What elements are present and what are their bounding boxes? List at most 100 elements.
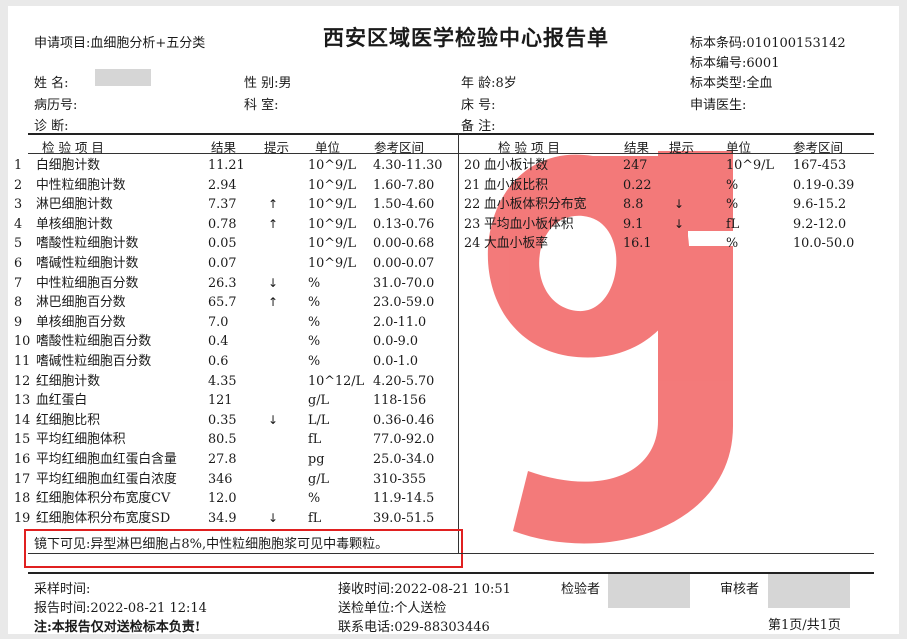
cell-no: 8	[14, 295, 23, 311]
table-row: 7 中性粒细胞百分数 26.3 ↓% 31.0-70.0	[8, 274, 899, 294]
specimen-number: 标本编号:6001	[690, 56, 780, 71]
cell-unit: %	[308, 314, 321, 330]
cell-unit: pg	[308, 452, 325, 467]
table-row: 12 红细胞计数 4.35 10^12/L 4.20-5.70	[8, 372, 899, 392]
table-row: 23 平均血小板体积 9.1 ↓ fL 9.2-12.0	[8, 215, 899, 235]
cell-no: 24	[464, 236, 481, 252]
cell-flag: ↓	[268, 412, 279, 427]
diagnosis: 诊 断:	[34, 119, 69, 134]
cell-unit: 10^9/L	[308, 256, 356, 271]
table-row: 21 血小板比积 0.22% 0.19-0.39	[8, 176, 899, 196]
table-row: 14 红细胞比积 0.35 ↓ L/L 0.36-0.46	[8, 411, 899, 431]
cell-result: 247	[623, 158, 648, 173]
request-item: 申请项目:血细胞分析+五分类	[34, 36, 206, 51]
cell-unit: %	[308, 334, 321, 350]
cell-result: 0.07	[208, 256, 237, 271]
cell-item: 淋巴细胞百分数	[36, 295, 126, 311]
record-number: 病历号:	[34, 98, 78, 113]
cell-flag: ↓	[268, 275, 279, 290]
cell-ref: 9.2-12.0	[793, 216, 847, 232]
cell-result: 65.7	[208, 295, 237, 311]
table-row: 18 红细胞体积分布宽度CV 12.0% 11.9-14.5	[8, 489, 899, 509]
cell-unit: %	[308, 491, 321, 507]
table-row: 6 嗜碱性粒细胞计数 0.07 10^9/L 0.00-0.07	[8, 254, 899, 274]
redacted-patient-name	[95, 69, 151, 86]
cell-no: 15	[14, 432, 31, 448]
cell-result: 27.8	[208, 452, 237, 467]
cell-unit: %	[308, 275, 321, 291]
cell-item: 血红蛋白	[36, 393, 88, 409]
department: 科 室:	[244, 98, 279, 113]
cell-ref: 310-355	[373, 471, 427, 487]
cell-no: 20	[464, 158, 481, 173]
cell-result: 26.3	[208, 275, 237, 291]
cell-no: 12	[14, 373, 31, 389]
table-row: 20 血小板计数 247 10^9/L 167-453	[8, 156, 899, 176]
cell-result: 8.8	[623, 197, 644, 213]
header-ref-right: 参考区间	[793, 140, 844, 155]
cell-result: 0.22	[623, 177, 652, 193]
cell-item: 中性粒细胞百分数	[36, 275, 139, 291]
cell-item: 平均血小板体积	[484, 216, 574, 232]
page-indicator: 第1页/共1页	[768, 618, 841, 633]
contact-phone: 联系电话:029-88303446	[338, 620, 490, 634]
cell-result: 0.4	[208, 334, 229, 350]
cell-item: 嗜酸性粒细胞百分数	[36, 334, 152, 350]
cell-ref: 9.6-15.2	[793, 197, 847, 213]
table-bottom-rule	[28, 553, 874, 554]
cell-item: 血小板计数	[484, 158, 548, 173]
cell-unit: %	[726, 197, 739, 213]
cell-result: 7.0	[208, 314, 229, 330]
table-row: 19 红细胞体积分布宽度SD 34.9 ↓ fL 39.0-51.5	[8, 509, 899, 529]
footer-top-rule	[28, 572, 874, 574]
table-row: 13 血红蛋白 121 g/L 118-156	[8, 391, 899, 411]
cell-item: 血小板体积分布宽	[484, 197, 587, 213]
cell-no: 14	[14, 412, 31, 428]
cell-result: 12.0	[208, 491, 237, 507]
cell-item: 嗜碱性粒细胞计数	[36, 256, 139, 271]
report-title: 西安区域医学检验中心报告单	[323, 25, 609, 50]
microscopy-note: 镜下可见:异型淋巴细胞占8%,中性粒细胞胞浆可见中毒颗粒。	[34, 537, 389, 552]
cell-ref: 11.9-14.5	[373, 491, 435, 507]
examiner-label: 检验者	[561, 582, 601, 597]
cell-unit: fL	[308, 432, 322, 448]
cell-unit: L/L	[308, 412, 330, 428]
cell-item: 平均红细胞体积	[36, 432, 126, 448]
specimen-barcode: 标本条码:010100153142	[690, 36, 846, 51]
bed-number: 床 号:	[461, 98, 496, 113]
cell-no: 7	[14, 275, 23, 291]
cell-unit: fL	[308, 510, 322, 526]
cell-result: 0.6	[208, 354, 229, 369]
cell-ref: 4.20-5.70	[373, 373, 435, 389]
header-item-left: 检 验 项 目	[42, 140, 104, 155]
cell-result: 16.1	[623, 236, 652, 252]
requesting-doctor: 申请医生:	[690, 98, 747, 113]
cell-no: 19	[14, 510, 31, 526]
cell-no: 13	[14, 393, 31, 409]
cell-ref: 77.0-92.0	[373, 432, 435, 448]
cell-ref: 118-156	[373, 393, 427, 409]
table-row: 16 平均红细胞血红蛋白含量 27.8 pg 25.0-34.0	[8, 450, 899, 470]
header-flag-right: 提示	[669, 140, 695, 155]
lab-report-paper: 申请项目:血细胞分析+五分类 西安区域医学检验中心报告单 标本条码:010100…	[8, 6, 899, 634]
cell-no: 22	[464, 197, 481, 213]
cell-item: 红细胞比积	[36, 412, 100, 428]
table-top-rule	[28, 133, 874, 135]
cell-item: 血小板比积	[484, 177, 548, 193]
cell-result: 34.9	[208, 510, 237, 526]
header-unit-left: 单位	[315, 140, 341, 155]
cell-ref: 39.0-51.5	[373, 510, 435, 526]
table-row: 10 嗜酸性粒细胞百分数 0.4% 0.0-9.0	[8, 332, 899, 352]
specimen-type: 标本类型:全血	[690, 76, 773, 91]
cell-unit: 10^12/L	[308, 373, 365, 389]
table-row: 24 大血小板率 16.1% 10.0-50.0	[8, 234, 899, 254]
cell-ref: 23.0-59.0	[373, 295, 435, 311]
cell-no: 16	[14, 452, 31, 467]
cell-item: 平均红细胞血红蛋白含量	[36, 452, 177, 467]
cell-flag: ↓	[268, 510, 279, 525]
patient-sex: 性 别:男	[244, 76, 292, 91]
patient-name-label: 姓 名:	[34, 76, 69, 91]
table-row: 17 平均红细胞血红蛋白浓度 346 g/L 310-355	[8, 470, 899, 490]
cell-ref: 10.0-50.0	[793, 236, 855, 252]
receive-time: 接收时间:2022-08-21 10:51	[338, 582, 511, 597]
